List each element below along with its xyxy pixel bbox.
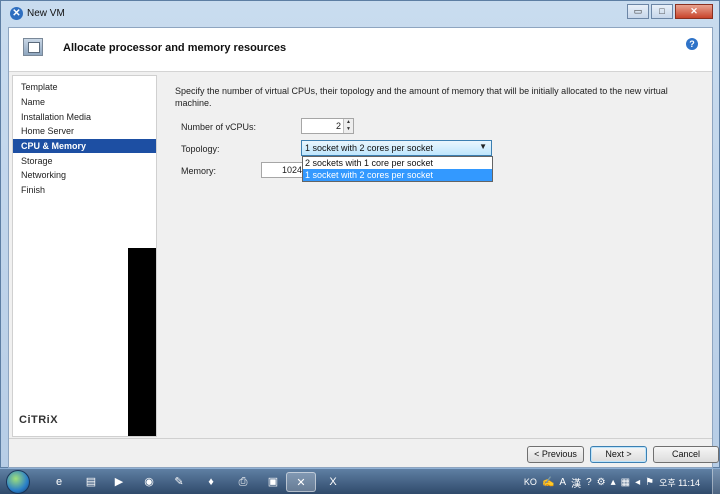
chevron-down-icon[interactable]: ▼ — [479, 142, 487, 151]
citrix-logo: CiTRiX — [19, 414, 59, 426]
topology-label: Topology: — [181, 144, 220, 154]
sidebar-item-finish[interactable]: Finish — [13, 183, 156, 197]
flag-icon[interactable]: ⚑ — [645, 477, 654, 488]
sidebar-item-installation-media[interactable]: Installation Media — [13, 110, 156, 124]
media-player-icon[interactable]: ▶ — [104, 472, 134, 492]
topology-dropdown[interactable]: 1 socket with 2 cores per socket ▼ — [301, 140, 492, 156]
memory-field[interactable]: 1024 — [261, 162, 306, 178]
help-tray-icon[interactable]: ? — [586, 477, 592, 488]
wizard-steps-sidebar: Template Name Installation Media Home Se… — [12, 75, 157, 437]
settings-tray-icon[interactable]: ⚙ — [597, 477, 606, 488]
ie-icon[interactable]: e — [44, 472, 74, 492]
vcpus-stepper-buttons: ▲ ▼ — [343, 119, 353, 133]
taskbar: e ▤ ▶ ◉ ✎ ♦ ⎙ ▣ ✕ X KO ✍ A 漢 ? ⚙ ▴ ▦ ◂ ⚑… — [0, 468, 720, 494]
sidebar-item-name[interactable]: Name — [13, 95, 156, 109]
network-icon[interactable]: ▦ — [621, 477, 630, 488]
sidebar-item-home-server[interactable]: Home Server — [13, 124, 156, 138]
minimize-button[interactable]: ▭ — [627, 4, 649, 19]
network-app-icon[interactable]: ▣ — [258, 472, 288, 492]
ime-icon[interactable]: ✍ — [542, 477, 554, 488]
input-language[interactable]: KO — [524, 477, 537, 487]
decrement-arrow-icon[interactable]: ▼ — [344, 126, 353, 133]
maximize-button[interactable]: □ — [651, 4, 673, 19]
vcpus-stepper[interactable]: 2 ▲ ▼ — [301, 118, 354, 134]
cancel-button[interactable]: Cancel — [653, 446, 719, 463]
chrome-icon[interactable]: ◉ — [134, 472, 164, 492]
sidebar-black-panel — [128, 248, 156, 436]
vcpus-value: 2 — [335, 121, 341, 131]
topology-selected-value: 1 socket with 2 cores per socket — [305, 143, 434, 153]
app-icon[interactable]: ♦ — [196, 472, 226, 492]
increment-arrow-icon[interactable]: ▲ — [344, 119, 353, 126]
wizard-client-area: Allocate processor and memory resources … — [8, 27, 719, 468]
sidebar-item-storage[interactable]: Storage — [13, 154, 156, 168]
title-bar[interactable]: ✕ New VM ▭ □ ✕ — [1, 1, 719, 27]
page-title: Allocate processor and memory resources — [63, 42, 287, 54]
sidebar-item-template[interactable]: Template — [13, 80, 156, 94]
cpu-memory-icon — [23, 38, 43, 56]
window-controls: ▭ □ ✕ — [625, 4, 713, 19]
page-description: Specify the number of virtual CPUs, thei… — [175, 86, 668, 108]
xencenter-taskbar-icon[interactable]: ✕ — [286, 472, 316, 492]
tools-icon[interactable]: ✎ — [164, 472, 194, 492]
topology-option[interactable]: 2 sockets with 1 core per socket — [303, 157, 492, 169]
folder-icon[interactable]: ▤ — [76, 472, 106, 492]
window-title: New VM — [27, 8, 65, 19]
excel-icon[interactable]: X — [318, 472, 348, 492]
xencenter-app-icon: ✕ — [10, 7, 23, 20]
sidebar-item-cpu-memory[interactable]: CPU & Memory — [13, 139, 156, 153]
volume-icon[interactable]: ◂ — [635, 477, 640, 488]
memory-label: Memory: — [181, 166, 217, 176]
close-button[interactable]: ✕ — [675, 4, 713, 19]
window-frame: ✕ New VM ▭ □ ✕ Allocate processor and me… — [0, 0, 720, 468]
sidebar-item-networking[interactable]: Networking — [13, 168, 156, 182]
expand-tray-icon[interactable]: ▴ — [611, 477, 616, 488]
next-button[interactable]: Next > — [590, 446, 647, 463]
vcpus-label: Number of vCPUs: — [181, 122, 257, 132]
clock[interactable]: 오후 11:14 — [659, 476, 700, 489]
start-button[interactable] — [6, 470, 30, 494]
help-icon[interactable]: ? — [686, 38, 698, 50]
previous-button[interactable]: < Previous — [527, 446, 584, 463]
topology-option-selected[interactable]: 1 socket with 2 cores per socket — [303, 169, 492, 181]
show-desktop-button[interactable] — [712, 469, 720, 494]
printer-icon[interactable]: ⎙ — [228, 472, 258, 492]
topology-options-list: 2 sockets with 1 core per socket 1 socke… — [302, 156, 493, 182]
system-tray: KO ✍ A 漢 ? ⚙ ▴ ▦ ◂ ⚑ 오후 11:14 — [524, 469, 720, 494]
wizard-header: Allocate processor and memory resources … — [9, 28, 712, 72]
ime-hanja-icon[interactable]: 漢 — [571, 475, 581, 490]
memory-value: 1024 — [281, 165, 302, 175]
footer-divider — [9, 438, 712, 439]
ime-a-icon[interactable]: A — [559, 477, 566, 488]
